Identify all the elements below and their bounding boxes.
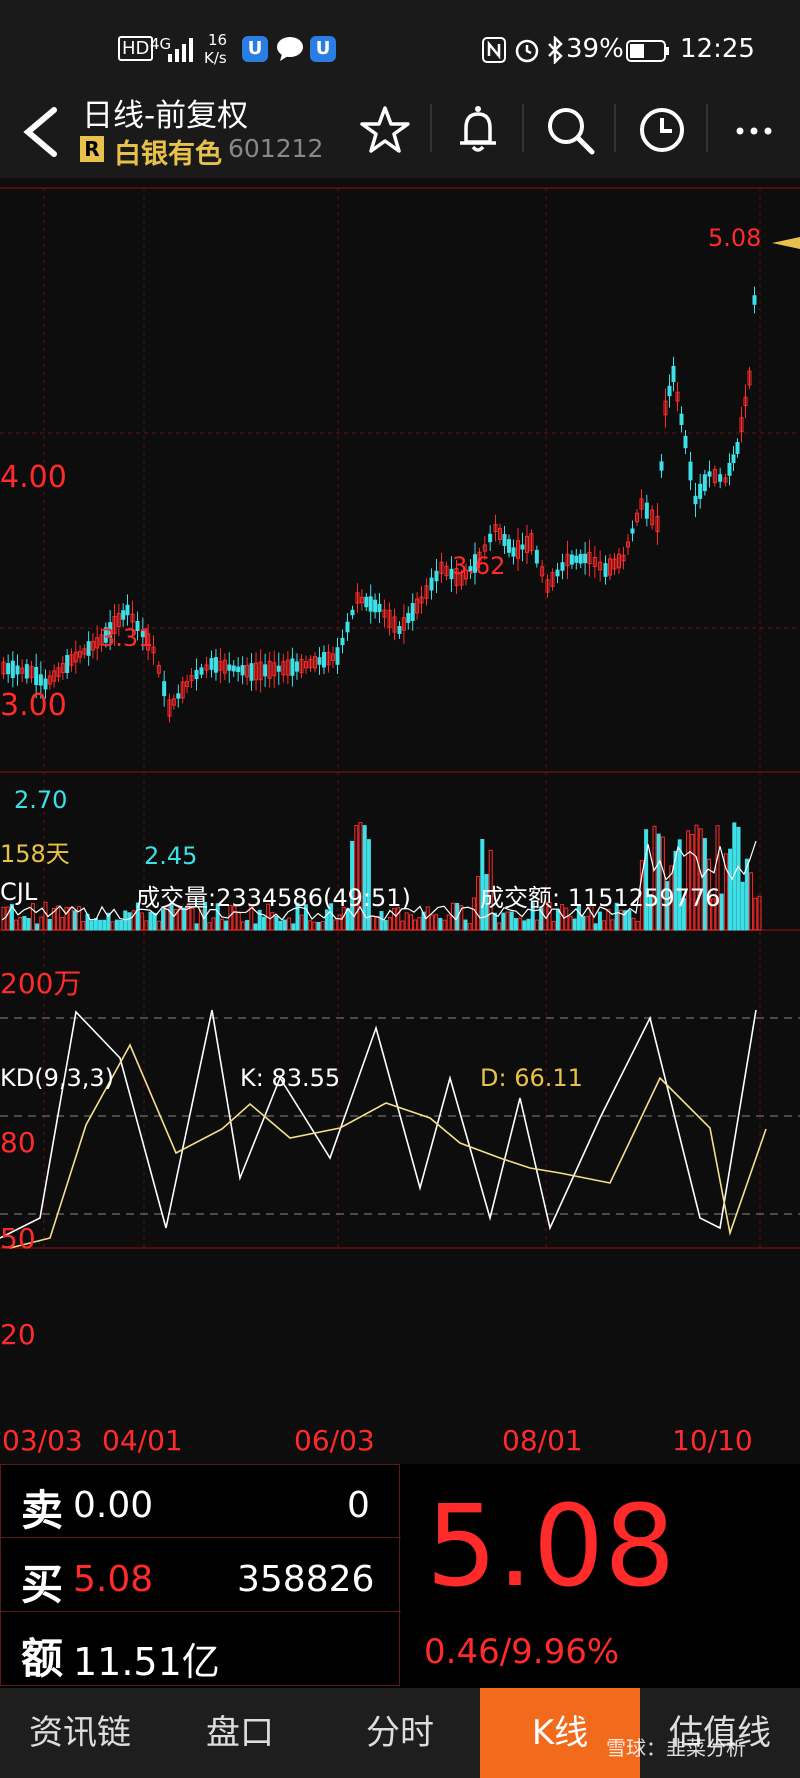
kd-level-80: 80 — [0, 1126, 36, 1159]
buy-label: 买 — [21, 1560, 64, 1609]
watermark: 雪球：韭菜分析 — [606, 1736, 746, 1760]
sell-label: 卖 — [21, 1486, 64, 1535]
volume-bars — [1, 822, 762, 931]
date-label: 04/01 — [102, 1424, 183, 1457]
kd-k-value: K: 83.55 — [240, 1064, 341, 1092]
divider — [522, 104, 524, 152]
nfc-icon — [482, 37, 506, 67]
tab-news[interactable]: 资讯链 — [0, 1688, 160, 1778]
peak-label-362: 3.62 — [452, 552, 506, 580]
battery-percent: 39% — [566, 34, 624, 64]
kd-d-value: D: 66.11 — [480, 1064, 583, 1092]
high-price-label: 5.08 — [708, 224, 762, 252]
price-candles — [1, 286, 757, 723]
bell-icon[interactable] — [448, 100, 508, 160]
divider — [614, 104, 616, 152]
page-title: 日线-前复权 — [82, 98, 249, 134]
battery-icon — [626, 40, 670, 66]
buy-volume: 358826 — [237, 1559, 375, 1600]
date-label: 10/10 — [672, 1424, 753, 1457]
turnover-amount: 11.51亿 — [73, 1640, 220, 1684]
message-icon — [276, 36, 304, 66]
axis-label-400: 4.00 — [0, 460, 67, 495]
volume-scale-label: 200万 — [0, 967, 82, 1000]
date-label: 03/03 — [2, 1424, 83, 1457]
kline-chart-area[interactable]: 5.08 4.00 3.00 3.62 3.31 2.70 2.45 158天 … — [0, 178, 800, 1468]
amount-label: 额 — [21, 1634, 64, 1683]
peak-label-331: 3.31 — [100, 624, 154, 652]
margin-badge: R — [80, 136, 104, 162]
last-price: 5.08 — [426, 1482, 676, 1612]
kd-level-50: 50 — [0, 1222, 36, 1255]
sell-volume: 0 — [347, 1485, 370, 1526]
history-clock-icon[interactable] — [632, 100, 692, 160]
axis-label-300: 3.00 — [0, 688, 67, 723]
tab-intraday[interactable]: 分时 — [320, 1688, 480, 1778]
bluetooth-icon — [546, 34, 564, 68]
net-speed-value: 16 — [208, 31, 228, 49]
search-icon[interactable] — [540, 100, 600, 160]
divider — [706, 104, 708, 152]
kd-lines — [0, 1009, 767, 1249]
stock-name: 白银有色 — [114, 139, 222, 170]
app-notification-icon: U — [242, 36, 268, 62]
tab-orderbook[interactable]: 盘口 — [160, 1688, 320, 1778]
kd-level-20: 20 — [0, 1318, 36, 1351]
date-label: 08/01 — [502, 1424, 583, 1457]
clock: 12:25 — [680, 34, 755, 64]
star-icon[interactable] — [355, 100, 415, 160]
divider — [430, 104, 432, 152]
app-header: 日线-前复权 R 白银有色 601212 — [0, 82, 800, 178]
kline-chart[interactable] — [0, 178, 800, 1468]
back-icon[interactable] — [16, 104, 66, 160]
order-book: 卖 0.00 0 买 5.08 358826 额 11.51亿 — [0, 1464, 401, 1686]
date-label: 06/03 — [294, 1424, 375, 1457]
current-price-marker — [772, 234, 800, 253]
buy-price: 5.08 — [73, 1559, 154, 1600]
sell-price: 0.00 — [73, 1485, 154, 1526]
net-speed-unit: K/s — [204, 49, 227, 67]
low-label-270: 2.70 — [14, 786, 68, 814]
alarm-icon — [514, 37, 540, 67]
more-icon[interactable] — [724, 100, 784, 160]
chart-grid — [0, 187, 800, 1249]
low-label-245: 2.45 — [144, 842, 198, 870]
signal-icon — [168, 38, 194, 66]
bottom-tab-bar: 资讯链 盘口 分时 K线 估值线 雪球：韭菜分析 — [0, 1688, 800, 1778]
stock-code: 601212 — [228, 134, 324, 163]
period-days: 158天 — [0, 840, 70, 868]
volume-indicator-name[interactable]: CJL — [0, 878, 37, 906]
kd-indicator-name[interactable]: KD(9,3,3) — [0, 1064, 114, 1092]
hd-indicator: HD — [118, 36, 154, 61]
quote-panel: 卖 0.00 0 买 5.08 358826 额 11.51亿 5.08 0.4… — [0, 1464, 800, 1688]
volume-text: 成交量:2334586(49:51) — [136, 884, 411, 912]
amount-text: 成交额: 1151259776 — [480, 884, 721, 912]
app-notification-icon-2: U — [310, 36, 336, 62]
price-change: 0.46/9.96% — [424, 1632, 620, 1672]
